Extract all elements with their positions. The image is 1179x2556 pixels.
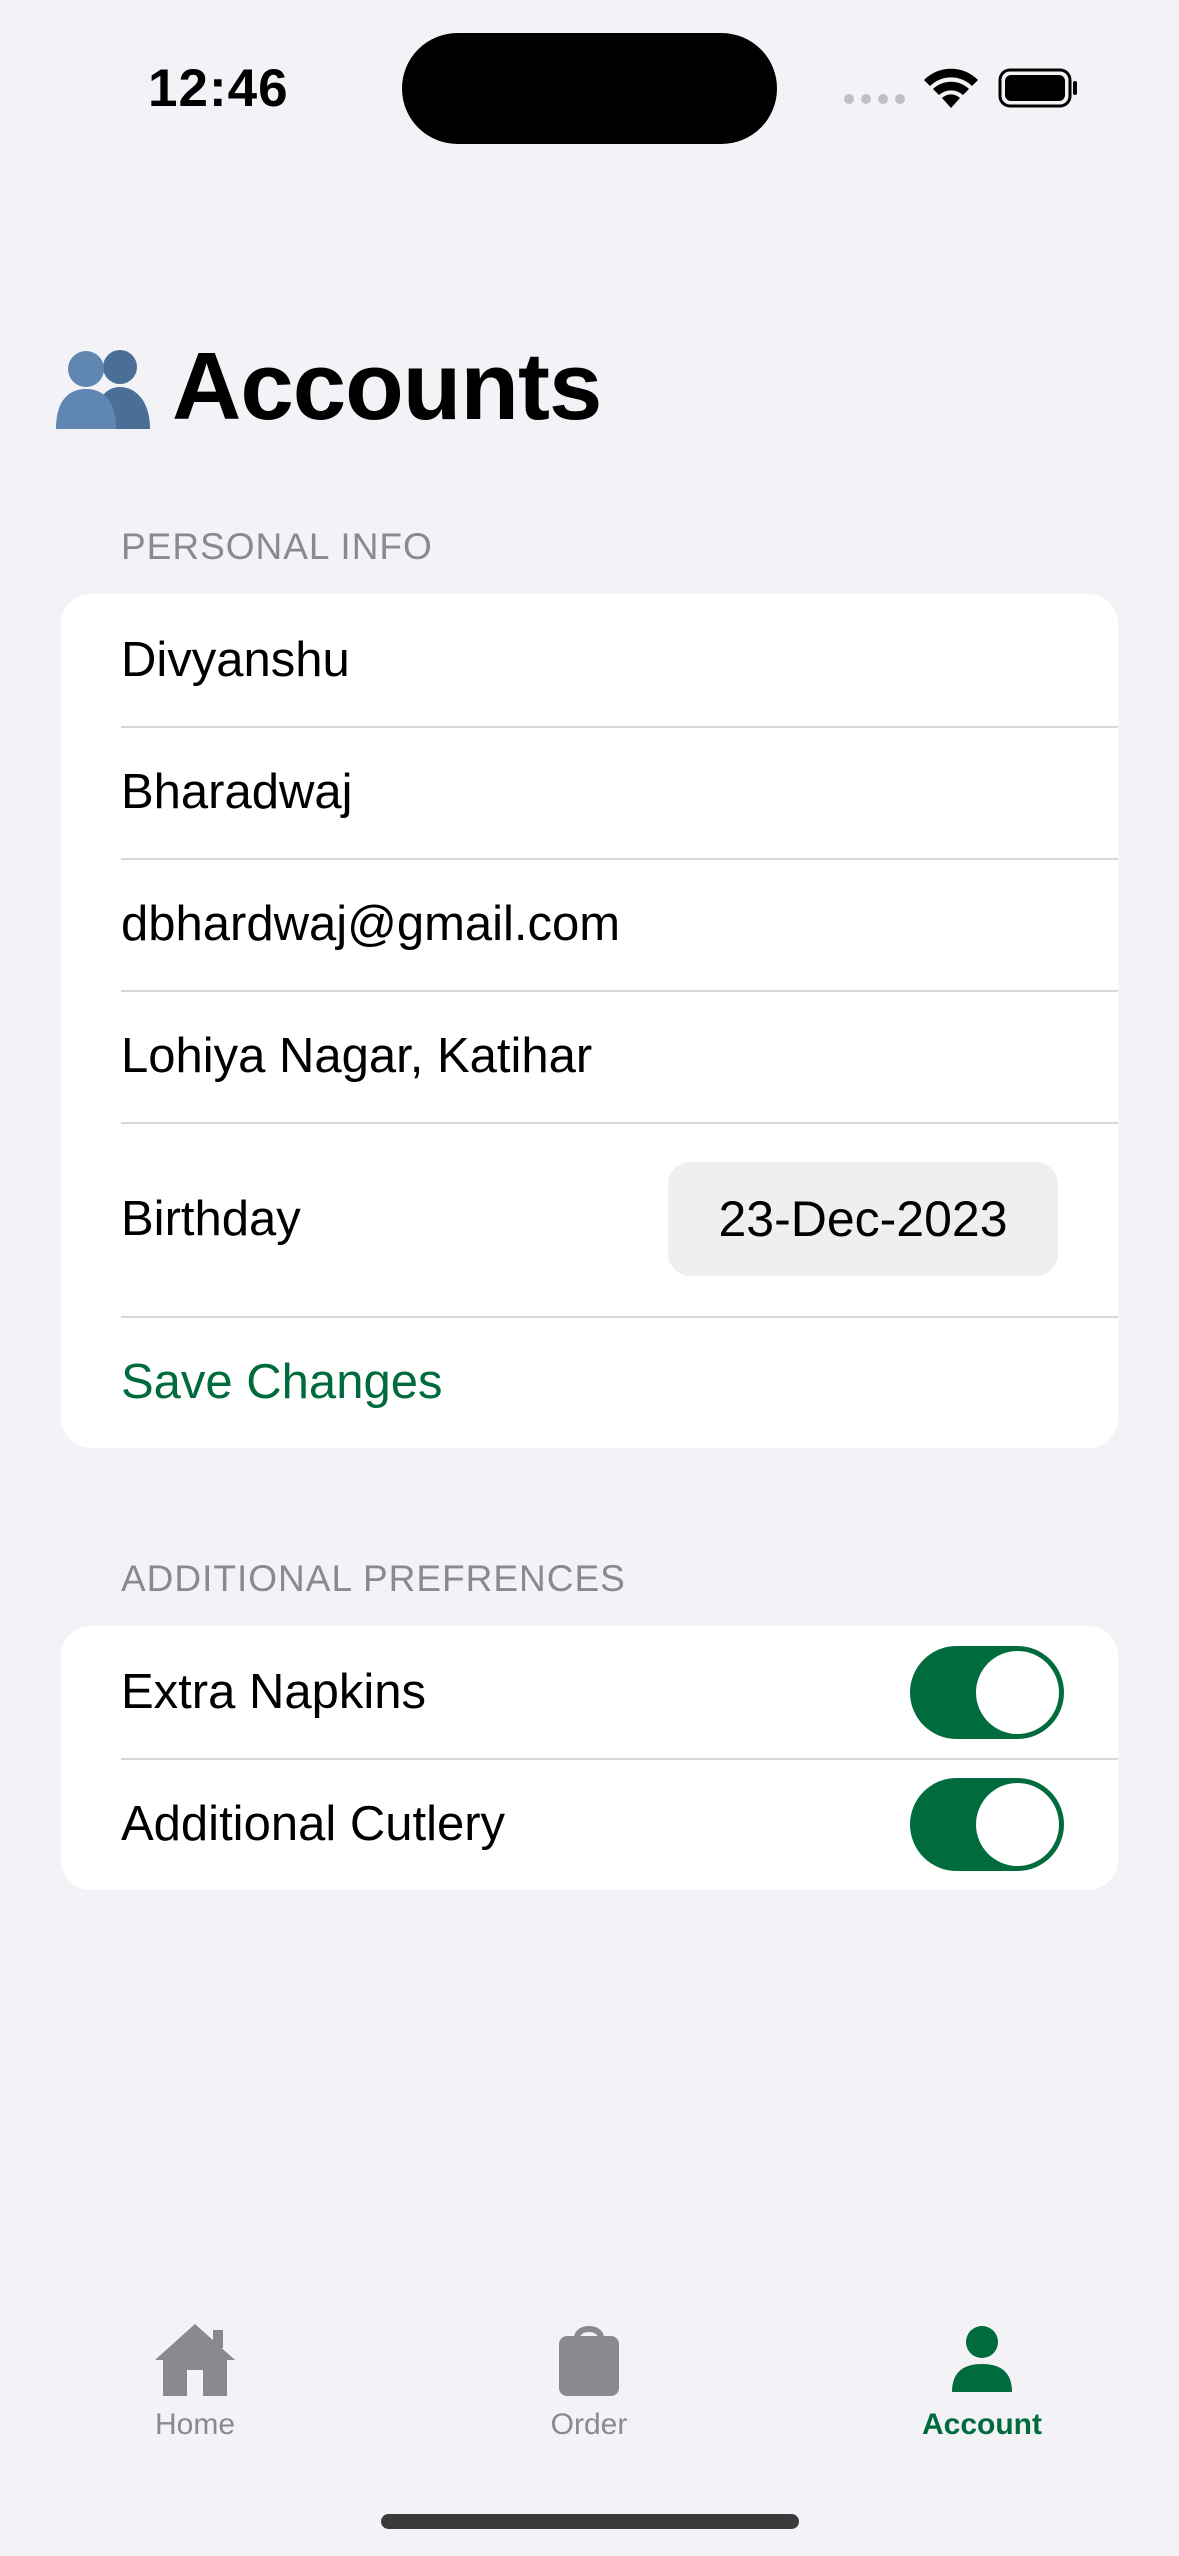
battery-icon [998,68,1077,108]
birthday-date-picker[interactable]: 23-Dec-2023 [668,1162,1058,1276]
last-name-value: Bharadwaj [121,765,353,819]
email-value: dbhardwaj@gmail.com [121,897,621,951]
extra-napkins-label: Extra Napkins [121,1665,427,1719]
additional-cutlery-row: Additional Cutlery [61,1758,1118,1890]
cellular-signal-icon [844,94,905,104]
address-field[interactable]: Lohiya Nagar, Katihar [61,990,1118,1122]
tab-order-label: Order [550,2408,628,2441]
first-name-field[interactable]: Divyanshu [61,594,1118,726]
address-value: Lohiya Nagar, Katihar [121,1029,593,1083]
two-people-icon [56,350,150,429]
additional-cutlery-toggle[interactable] [910,1778,1064,1871]
wifi-icon [924,68,978,108]
email-field[interactable]: dbhardwaj@gmail.com [61,858,1118,990]
first-name-value: Divyanshu [121,633,350,687]
bag-icon [559,2326,619,2396]
personal-info-group: Divyanshu Bharadwaj dbhardwaj@gmail.com … [61,594,1118,1448]
tab-home[interactable]: Home [65,2320,325,2442]
tab-order[interactable]: Order [459,2320,719,2442]
tab-home-label: Home [154,2408,236,2441]
birthday-row: Birthday 23-Dec-2023 [61,1122,1118,1316]
save-changes-button[interactable]: Save Changes [61,1316,1118,1448]
house-icon [155,2324,235,2396]
status-time: 12:46 [148,59,289,118]
tab-account[interactable]: Account [852,2320,1112,2442]
page-title: Accounts [172,333,602,440]
additional-cutlery-label: Additional Cutlery [121,1797,506,1851]
tab-account-label: Account [922,2408,1042,2441]
extra-napkins-toggle[interactable] [910,1646,1064,1739]
dynamic-island [402,33,777,144]
birthday-label: Birthday [121,1192,301,1246]
person-icon [952,2326,1012,2392]
preferences-header: ADDITIONAL PREFRENCES [121,1558,626,1599]
last-name-field[interactable]: Bharadwaj [61,726,1118,858]
page-title-row: Accounts [50,332,602,442]
save-changes-label: Save Changes [121,1355,443,1409]
preferences-group: Extra Napkins Additional Cutlery [61,1626,1118,1890]
home-indicator [381,2514,799,2529]
extra-napkins-row: Extra Napkins [61,1626,1118,1758]
personal-info-header: PERSONAL INFO [121,526,433,567]
